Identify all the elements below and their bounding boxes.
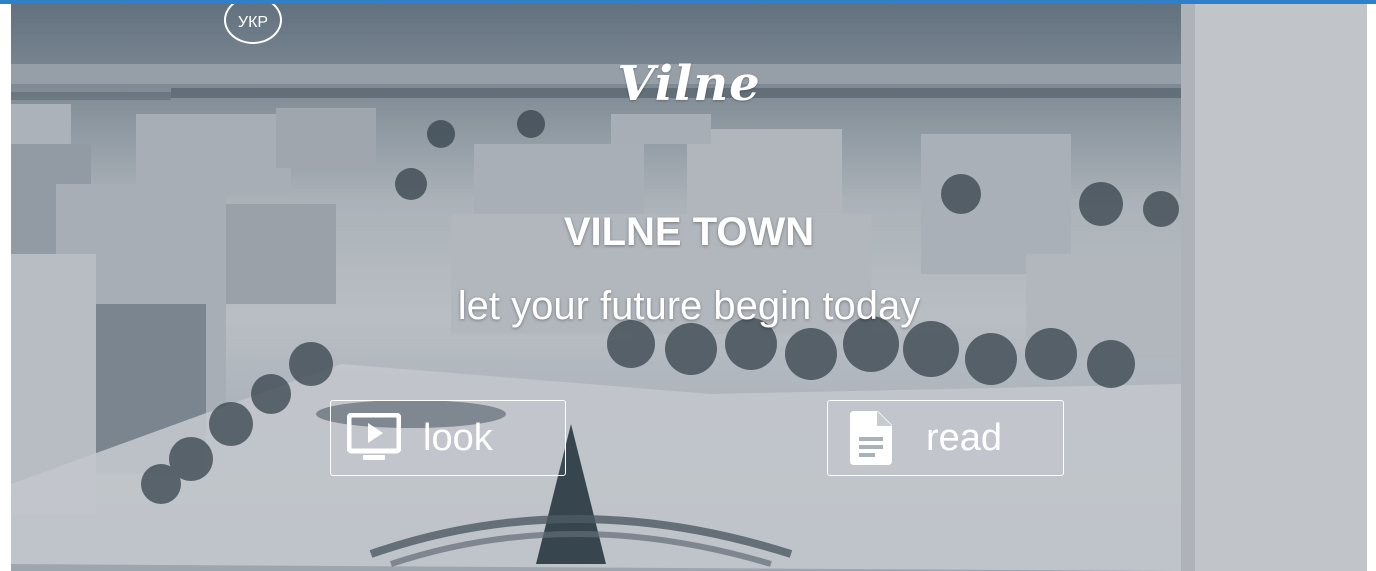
hero-banner: УКР Vilne VILNE TOWN let your future beg… xyxy=(11,4,1367,571)
look-button-label: look xyxy=(423,416,493,459)
hero-title: VILNE TOWN xyxy=(563,210,815,254)
site-logo[interactable]: Vilne xyxy=(11,56,1367,112)
read-button-label: read xyxy=(926,416,1003,459)
look-button[interactable]: look xyxy=(330,400,566,476)
language-label: УКР xyxy=(237,14,269,31)
video-play-icon xyxy=(345,410,403,466)
read-button[interactable]: read xyxy=(827,400,1064,476)
document-icon xyxy=(842,410,900,466)
hero-tagline: let your future begin today xyxy=(457,284,921,328)
